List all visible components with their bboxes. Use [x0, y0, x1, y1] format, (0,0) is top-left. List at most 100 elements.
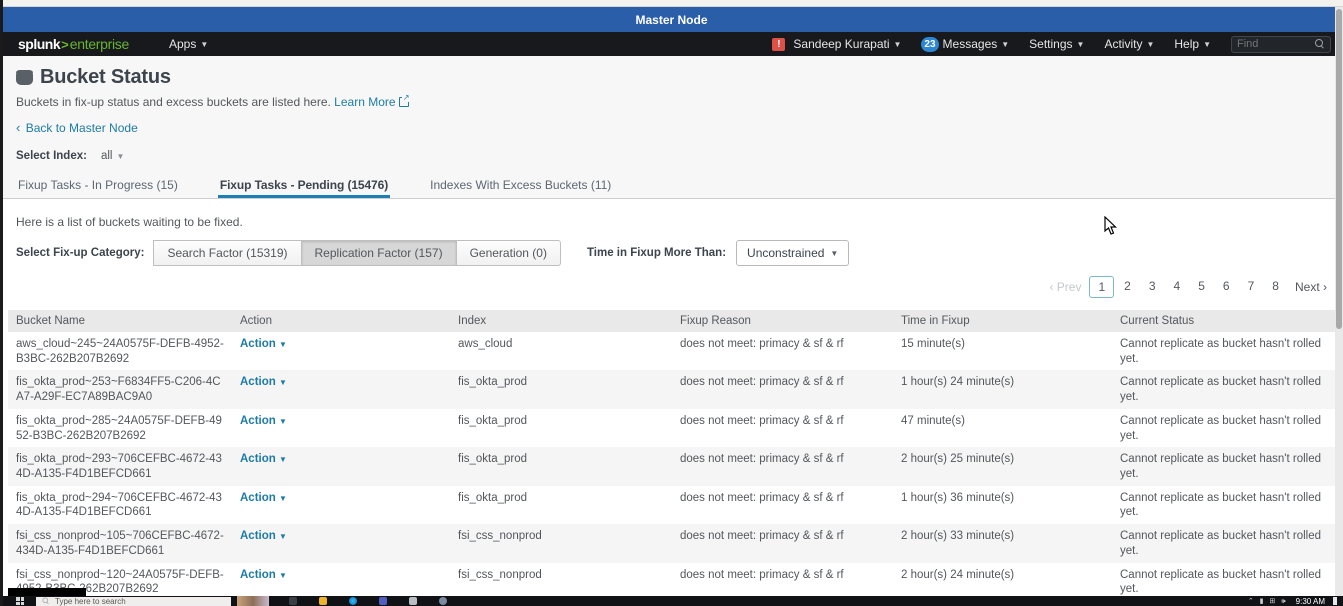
search-icon	[42, 597, 50, 605]
time-filter-label: Time in Fixup More Than:	[586, 247, 727, 259]
page-scrollbar[interactable]	[1335, 7, 1343, 596]
tab[interactable]: Fixup Tasks - Pending (15476)	[217, 170, 391, 198]
logo-splunk-text: splunk	[18, 36, 61, 52]
app-icon[interactable]	[409, 597, 417, 605]
window-left-edge	[0, 0, 3, 606]
row-action-dropdown[interactable]: Action ▼	[240, 492, 287, 504]
table-row: fis_okta_prod~285~24A0575F-DEFB-4952-B3B…	[8, 409, 1335, 447]
page-title: Bucket Status	[40, 66, 171, 88]
chevron-down-icon: ▼	[278, 340, 287, 349]
page-number-button[interactable]: 5	[1190, 276, 1213, 298]
cell-index: fis_okta_prod	[458, 491, 528, 504]
splunk-logo[interactable]: splunk > enterprise	[18, 36, 129, 52]
column-fixup-reason: Fixup Reason	[680, 315, 751, 327]
windows-taskbar: Type here to search ⌃ ▮ ⊞ 🕪 9:30 AM	[0, 596, 1343, 606]
settings-menu[interactable]: Settings ▼	[1029, 37, 1084, 51]
tab-bar: Fixup Tasks - In Progress (15) Fixup Task…	[0, 170, 1343, 199]
cell-index: fis_okta_prod	[458, 453, 528, 466]
apps-menu-label: Apps	[168, 37, 197, 51]
cell-time-in-fixup: 2 hour(s) 33 minute(s)	[901, 530, 1015, 543]
find-search-box[interactable]	[1231, 35, 1331, 53]
cell-index: fsi_css_nonprod	[458, 530, 542, 543]
help-label: Help	[1174, 37, 1200, 51]
cell-fixup-reason: does not meet: primacy & sf & rf	[680, 453, 844, 466]
row-action-dropdown[interactable]: Action ▼	[240, 453, 287, 465]
fixup-category-group: Search Factor (15319) Replication Factor …	[153, 240, 561, 266]
column-current-status: Current Status	[1120, 315, 1195, 327]
taskbar-search-box[interactable]: Type here to search	[36, 596, 231, 606]
page-number-button[interactable]: 3	[1141, 276, 1164, 298]
row-action-dropdown[interactable]: Action ▼	[240, 530, 287, 542]
cell-fixup-reason: does not meet: primacy & sf & rf	[680, 338, 844, 350]
row-action-dropdown[interactable]: Action ▼	[240, 338, 287, 350]
show-desktop-button[interactable]	[1333, 597, 1337, 605]
user-name: Sandeep Kurapati	[793, 37, 890, 51]
cell-index: fsi_css_nonprod	[458, 568, 542, 581]
system-tray-icons[interactable]: ⌃ ▮ ⊞ 🕪	[1248, 597, 1288, 606]
row-action-dropdown[interactable]: Action ▼	[240, 569, 287, 581]
learn-more-link[interactable]: Learn More	[334, 93, 410, 109]
page-number-button[interactable]: 4	[1166, 276, 1189, 298]
chevron-down-icon: ▼	[278, 416, 287, 426]
teams-icon[interactable]	[379, 597, 387, 605]
messages-count-badge: 23	[921, 36, 939, 52]
fixup-category-button[interactable]: Search Factor (15319)	[153, 240, 302, 266]
next-page-button[interactable]: Next ›	[1295, 280, 1327, 294]
tab[interactable]: Fixup Tasks - In Progress (15)	[16, 170, 180, 198]
table-row: fis_okta_prod~293~706CEFBC-4672-434D-A13…	[8, 447, 1335, 486]
buckets-table: Bucket Name Action Index Fixup Reason Ti…	[8, 310, 1335, 606]
page-number-button[interactable]: 2	[1116, 276, 1139, 298]
user-menu[interactable]: ! Sandeep Kurapati ▼	[772, 37, 901, 51]
help-menu[interactable]: Help ▼	[1174, 37, 1211, 51]
activity-menu[interactable]: Activity ▼	[1104, 37, 1154, 51]
chevron-down-icon: ▼	[200, 39, 209, 49]
taskbar-widget-thumbnail[interactable]	[237, 596, 269, 606]
cell-index: aws_cloud	[458, 338, 513, 350]
chevron-down-icon: ▼	[1146, 39, 1155, 49]
cell-fixup-reason: does not meet: primacy & sf & rf	[680, 530, 844, 543]
logo-product-text: enterprise	[69, 36, 130, 52]
cell-fixup-reason: does not meet: primacy & sf & rf	[680, 491, 844, 504]
start-button-icon[interactable]	[16, 597, 24, 605]
cell-current-status: Cannot replicate as bucket hasn't rolled…	[1120, 414, 1322, 442]
chevron-down-icon: ▼	[1001, 39, 1010, 49]
column-bucket-name: Bucket Name	[16, 315, 86, 327]
clock[interactable]: 9:30 AM	[1296, 597, 1325, 606]
page-number-button[interactable]: 7	[1240, 276, 1263, 298]
pagination: ‹ Prev 12345678 Next ›	[0, 266, 1343, 306]
external-link-icon	[398, 93, 410, 107]
row-action-dropdown[interactable]: Action ▼	[240, 415, 287, 427]
cell-time-in-fixup: 2 hour(s) 24 minute(s)	[901, 568, 1015, 581]
edge-browser-icon[interactable]	[349, 597, 357, 605]
select-index-dropdown[interactable]: all ▼	[101, 150, 124, 162]
messages-menu[interactable]: 23 Messages ▼	[921, 36, 1010, 52]
row-action-dropdown[interactable]: Action ▼	[240, 376, 287, 388]
tab[interactable]: Indexes With Excess Buckets (11)	[428, 170, 613, 198]
splunk-navbar: splunk > enterprise Apps ▼ ! Sandeep Kur…	[0, 32, 1343, 56]
chevron-down-icon: ▼	[278, 532, 287, 542]
apps-menu[interactable]: Apps ▼	[169, 37, 208, 51]
chevron-down-icon: ▼	[1076, 39, 1085, 49]
back-to-master-node-link[interactable]: ‹ Back to Master Node	[16, 120, 138, 135]
fixup-category-button[interactable]: Generation (0)	[455, 240, 561, 266]
prev-page-button[interactable]: ‹ Prev	[1049, 280, 1081, 294]
fixup-category-button[interactable]: Replication Factor (157)	[300, 240, 457, 266]
cell-fixup-reason: does not meet: primacy & sf & rf	[680, 376, 844, 389]
search-icon	[1315, 39, 1325, 49]
find-search-input[interactable]	[1237, 38, 1315, 50]
file-explorer-icon[interactable]	[319, 597, 327, 605]
alert-badge-icon: !	[772, 37, 786, 51]
page-number-button[interactable]: 6	[1215, 276, 1238, 298]
cell-current-status: Cannot replicate as bucket hasn't rolled…	[1120, 338, 1322, 365]
task-view-icon[interactable]	[289, 597, 297, 605]
time-filter-dropdown[interactable]: Unconstrained ▼	[736, 240, 850, 266]
settings-label: Settings	[1029, 37, 1073, 51]
chevron-down-icon: ▼	[278, 570, 287, 580]
page-header: Bucket Status Buckets in fix-up status a…	[0, 56, 1343, 170]
contacts-icon[interactable]	[439, 597, 447, 605]
activity-label: Activity	[1104, 37, 1143, 51]
pending-panel: Here is a list of buckets waiting to be …	[0, 199, 1343, 606]
page-number-button[interactable]: 8	[1264, 276, 1287, 298]
scrollbar-thumb[interactable]	[1336, 9, 1342, 329]
page-number-button[interactable]: 1	[1089, 276, 1115, 298]
